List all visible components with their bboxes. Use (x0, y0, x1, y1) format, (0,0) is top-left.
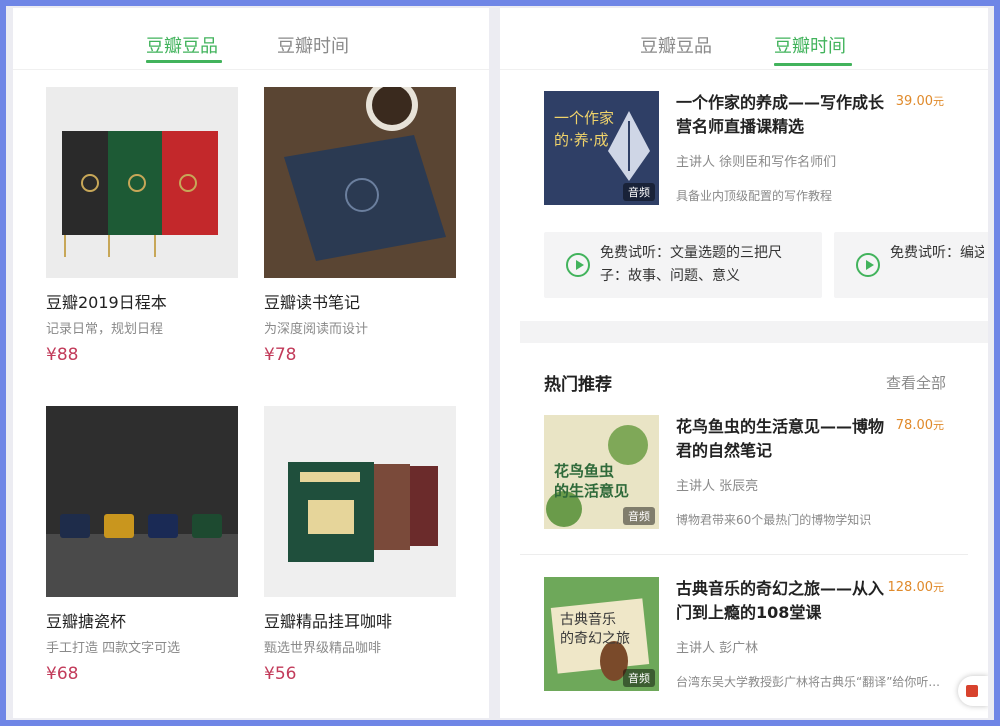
course-title: 花鸟鱼虫的生活意见——博物君的自然笔记 (676, 417, 885, 460)
course-lecturer: 主讲人 张辰亮 (676, 479, 759, 494)
section-divider (520, 321, 988, 343)
active-tab-indicator (146, 60, 222, 63)
product-name: 豆瓣读书笔记 (264, 293, 361, 312)
play-icon[interactable] (566, 253, 590, 277)
course-title: 古典音乐的奇幻之旅——从入门到上瘾的108堂课 (676, 579, 885, 622)
cover-text: 的·养·成 (554, 131, 609, 149)
active-tab-indicator (774, 63, 852, 66)
product-desc: 为深度阅读而设计 (264, 322, 369, 337)
course-lecturer: 主讲人 徐则臣和写作名师们 (676, 155, 837, 170)
product-price: ¥56 (264, 664, 297, 684)
free-trial-card[interactable]: 免费试听：编这个样子 (834, 232, 988, 298)
product-name: 豆瓣精品挂耳咖啡 (264, 612, 393, 631)
product-card[interactable]: 豆瓣2019日程本 记录日常，规划日程 ¥88 (46, 87, 238, 365)
course-item[interactable]: 花鸟鱼虫 的生活意见 音频 花鸟鱼虫的生活意见——博物君的自然笔记 78.00元… (544, 415, 954, 531)
product-image-coffee (264, 406, 456, 597)
tab-douban-goods[interactable]: 豆瓣豆品 (146, 32, 218, 58)
cover-text: 花鸟鱼虫 (554, 462, 615, 480)
tab-douban-time[interactable]: 豆瓣时间 (277, 32, 349, 58)
audio-badge: 音频 (623, 669, 655, 687)
floating-player-button[interactable] (958, 676, 988, 706)
course-cover: 一个作家 的·养·成 音频 (544, 91, 659, 205)
cover-text: 一个作家 (554, 109, 615, 127)
player-icon (966, 685, 978, 697)
course-price: 39.00元 (895, 94, 944, 109)
product-name: 豆瓣2019日程本 (46, 293, 167, 312)
product-image-planner (46, 87, 238, 278)
cover-text: 的奇幻之旅 (560, 631, 630, 647)
product-desc: 记录日常，规划日程 (46, 322, 164, 337)
course-item[interactable]: 古典音乐 的奇幻之旅 音频 古典音乐的奇幻之旅——从入门到上瘾的108堂课 12… (544, 577, 954, 693)
product-desc: 手工打造 四款文字可选 (46, 641, 181, 656)
course-intro: 博物君带来60个最热门的博物学知识 (676, 513, 872, 527)
product-image-notebook (264, 87, 456, 278)
trial-text: 免费试听：文量选题的三把尺子：故事、问题、意义 (600, 245, 782, 284)
course-price: 78.00元 (895, 418, 944, 433)
course-price: 128.00元 (887, 580, 945, 595)
product-card[interactable]: 豆瓣读书笔记 为深度阅读而设计 ¥78 (264, 87, 456, 365)
product-desc: 甄选世界级精品咖啡 (264, 641, 382, 656)
product-card[interactable]: 豆瓣搪瓷杯 手工打造 四款文字可选 ¥68 (46, 406, 238, 684)
tab-bar: 豆瓣豆品 豆瓣时间 (500, 8, 988, 70)
product-price: ¥78 (264, 345, 297, 365)
tab-bar: 豆瓣豆品 豆瓣时间 (13, 8, 489, 70)
cover-text: 古典音乐 (560, 612, 616, 628)
audio-badge: 音频 (623, 183, 655, 201)
trial-text: 免费试听：编这个样子 (890, 245, 984, 261)
product-name: 豆瓣搪瓷杯 (46, 612, 127, 631)
course-cover: 花鸟鱼虫 的生活意见 音频 (544, 415, 659, 529)
tab-douban-goods[interactable]: 豆瓣豆品 (640, 32, 712, 58)
course-intro: 台湾东吴大学教授彭广林将古典乐“翻译”给你听... (676, 675, 940, 689)
course-title: 一个作家的养成——写作成长营名师直播课精选 (676, 93, 885, 136)
course-cover: 古典音乐 的奇幻之旅 音频 (544, 577, 659, 691)
play-icon[interactable] (856, 253, 880, 277)
product-image-mugs (46, 406, 238, 597)
course-item-featured[interactable]: 一个作家 的·养·成 音频 一个作家的养成——写作成长营名师直播课精选 39.0… (544, 91, 954, 207)
douban-time-panel: 豆瓣豆品 豆瓣时间 一个作家 的·养·成 音频 一个作家的养成——写作成长营名师… (500, 8, 988, 718)
product-card[interactable]: 豆瓣精品挂耳咖啡 甄选世界级精品咖啡 ¥56 (264, 406, 456, 684)
course-lecturer: 主讲人 彭广林 (676, 641, 759, 656)
tab-douban-time[interactable]: 豆瓣时间 (774, 32, 846, 58)
section-title: 热门推荐 (544, 375, 612, 395)
free-trial-card[interactable]: 免费试听：文量选题的三把尺子：故事、问题、意义 (544, 232, 822, 298)
cover-text: 的生活意见 (554, 482, 630, 500)
audio-badge: 音频 (623, 507, 655, 525)
product-price: ¥68 (46, 664, 79, 684)
douban-goods-panel: 豆瓣豆品 豆瓣时间 豆瓣2019日程本 记录日常，规划日程 ¥88 豆瓣读书笔记… (13, 8, 489, 718)
see-all-link[interactable]: 查看全部 (886, 372, 946, 393)
divider (520, 554, 968, 555)
product-price: ¥88 (46, 345, 79, 365)
course-intro: 具备业内顶级配置的写作教程 (676, 189, 833, 203)
